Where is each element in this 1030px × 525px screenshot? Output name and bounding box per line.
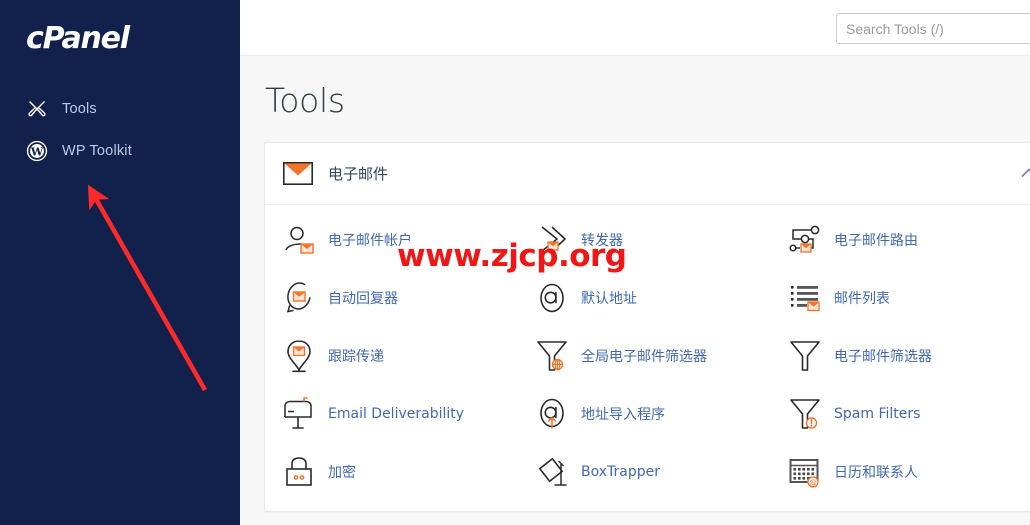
sidebar-nav: Tools W WP Toolkit [0,88,240,172]
forwarders-icon [534,222,570,258]
tool-label: 默认地址 [581,291,637,307]
tool-label: 转发器 [581,233,623,249]
tool-label: 电子邮件路由 [834,233,918,249]
tool-label: Email Deliverability [328,406,465,422]
track-delivery-icon [281,338,317,374]
tool-label: 自动回复器 [328,291,398,307]
page-title: Tools [265,81,345,120]
tool-label: BoxTrapper [581,464,660,480]
email-section-card: 电子邮件 电子邮件帐户 转发器 电子邮件路由 自动回复器 默认地址 邮件列表 跟… [264,142,1030,512]
tool-email-routing[interactable]: 电子邮件路由 [771,211,1024,269]
search-input[interactable] [836,13,1030,44]
tool-label: Spam Filters [834,406,921,422]
tool-forwarders[interactable]: 转发器 [518,211,771,269]
tool-autoresponders[interactable]: 自动回复器 [265,269,518,327]
address-importer-icon [534,396,570,432]
boxtrapper-icon [534,454,570,490]
calendars-contacts-icon: @ [787,454,823,490]
tool-label: 电子邮件帐户 [328,233,412,249]
tool-global-email-filters[interactable]: 全局电子邮件筛选器 [518,327,771,385]
global-email-filters-icon [534,338,570,374]
annotation-arrow [87,184,207,392]
main-content: Tools 电子邮件 [240,0,1030,525]
topbar [240,0,1030,56]
tools-icon [26,98,48,120]
envelope-icon [281,157,315,191]
default-address-icon [534,280,570,316]
tool-label: 邮件列表 [834,291,890,307]
sidebar: cPanel Tools W WP Toolkit [0,0,240,525]
cpanel-window: cPanel Tools W WP Toolkit Search Tools (… [0,0,1030,525]
tool-email-deliverability[interactable]: Email Deliverability [265,385,518,443]
cpanel-logo: cPanel [26,21,130,56]
tool-label: 地址导入程序 [581,407,665,423]
tool-email-filters[interactable]: 电子邮件筛选器 [771,327,1024,385]
autoresponders-icon [281,280,317,316]
email-deliverability-icon [281,396,317,432]
sidebar-item-tools[interactable]: Tools [0,88,240,130]
brand-area: cPanel [0,0,240,76]
search-wrapper [836,13,1030,44]
email-tools-grid: 电子邮件帐户 转发器 电子邮件路由 自动回复器 默认地址 邮件列表 跟踪传递 全… [265,205,1030,511]
tool-track-delivery[interactable]: 跟踪传递 [265,327,518,385]
svg-text:@: @ [809,478,817,487]
email-routing-icon [787,222,823,258]
mailing-lists-icon [787,280,823,316]
tool-encryption[interactable]: 加密 [265,443,518,501]
chevron-up-icon[interactable] [1021,165,1030,183]
tool-email-accounts[interactable]: 电子邮件帐户 [265,211,518,269]
tool-address-importer[interactable]: 地址导入程序 [518,385,771,443]
sidebar-item-label: WP Toolkit [62,143,132,159]
tool-label: 跟踪传递 [328,349,384,365]
tool-label: 电子邮件筛选器 [834,349,932,365]
tool-label: 全局电子邮件筛选器 [581,349,707,365]
tool-label: 加密 [328,465,356,481]
email-filters-icon [787,338,823,374]
sidebar-item-wp-toolkit[interactable]: W WP Toolkit [0,130,240,172]
email-accounts-icon [281,222,317,258]
tool-boxtrapper[interactable]: BoxTrapper [518,443,771,501]
wordpress-icon: W [26,140,48,162]
spam-filters-icon [787,396,823,432]
tool-label: 日历和联系人 [834,465,918,481]
sidebar-item-label: Tools [62,101,97,117]
tool-calendars-contacts[interactable]: @ 日历和联系人 [771,443,1024,501]
email-section-title: 电子邮件 [328,165,389,183]
svg-text:W: W [30,146,44,159]
email-section-header[interactable]: 电子邮件 [265,143,1030,205]
tool-default-address[interactable]: 默认地址 [518,269,771,327]
tool-spam-filters[interactable]: Spam Filters [771,385,1024,443]
tool-mailing-lists[interactable]: 邮件列表 [771,269,1024,327]
encryption-icon [281,454,317,490]
